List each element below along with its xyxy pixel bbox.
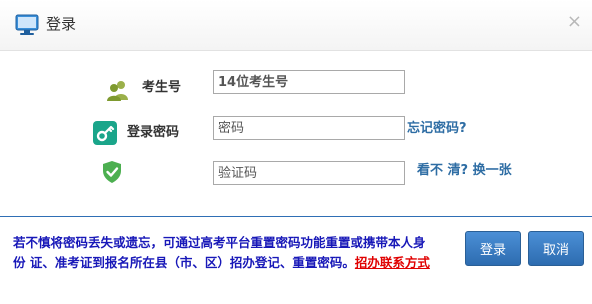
close-icon[interactable]: × xyxy=(567,12,582,32)
refresh-captcha-link[interactable]: 看不 清? 换一张 xyxy=(417,162,512,180)
footer-divider xyxy=(0,216,592,217)
captcha-input[interactable] xyxy=(213,161,405,185)
exam-number-label: 考生号 xyxy=(142,80,182,95)
password-input[interactable] xyxy=(213,116,405,140)
login-button[interactable]: 登录 xyxy=(465,231,521,266)
dialog-header: 登录 × xyxy=(0,0,592,51)
login-dialog: 登录 × 考生号 登录密码 忘记密码? 看不 清? 换一张 若不慎将密码丢失或遗… xyxy=(0,0,592,304)
monitor-icon xyxy=(15,14,39,35)
users-icon xyxy=(107,81,128,101)
reset-notice: 若不慎将密码丢失或遗忘，可通过高考平台重置密码功能重置或携带本人身份 证、准考证… xyxy=(13,233,433,273)
dialog-title: 登录 xyxy=(46,15,77,33)
forgot-password-link[interactable]: 忘记密码? xyxy=(407,120,467,138)
exam-number-input[interactable] xyxy=(213,70,405,94)
key-icon xyxy=(93,121,117,145)
contact-office-link[interactable]: 招办联系方式 xyxy=(355,255,430,270)
cancel-button[interactable]: 取消 xyxy=(528,231,584,266)
shield-check-icon xyxy=(103,161,121,183)
password-label: 登录密码 xyxy=(127,125,180,140)
